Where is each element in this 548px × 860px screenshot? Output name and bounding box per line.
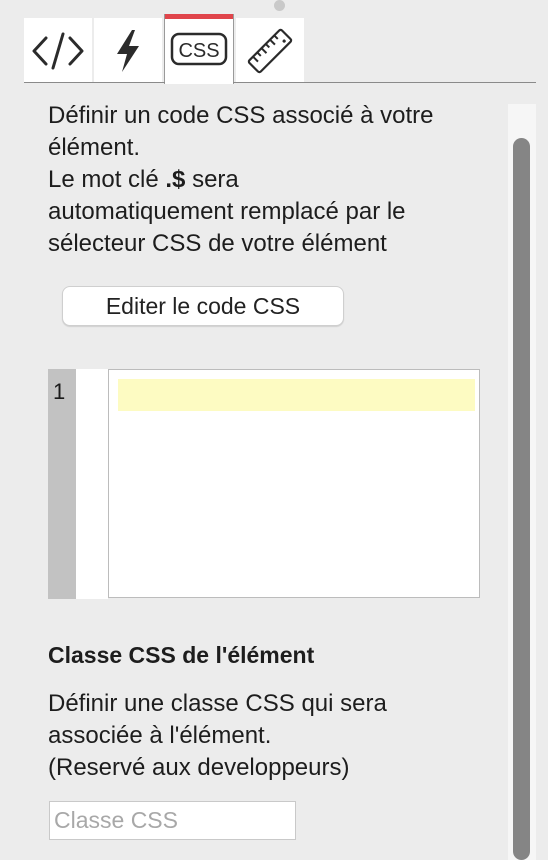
keyword-token: .$ (165, 166, 186, 193)
ruler-icon (247, 28, 293, 73)
css-description-line: élément. (48, 134, 141, 161)
css-description: Définir un code CSS associé à votre élém… (48, 100, 503, 260)
editor-code-area[interactable] (108, 369, 480, 598)
active-tab-indicator (165, 14, 233, 19)
css-class-description-line: (Reservé aux developpeurs) (48, 754, 350, 781)
tab-bar-divider (24, 82, 165, 83)
lightning-icon (117, 29, 139, 72)
tab-bar-divider (233, 82, 536, 83)
css-class-description-line: associée à l'élément. (48, 722, 272, 749)
css-description-line: automatiquement remplacé par le (48, 198, 406, 225)
css-code-editor[interactable]: 1 (48, 369, 480, 599)
css-description-line: Définir un code CSS associé à votre (48, 102, 434, 129)
css-description-line: sélecteur CSS de votre élément (48, 230, 387, 257)
tab-events[interactable] (94, 18, 162, 83)
edit-css-button[interactable]: Editer le code CSS (62, 286, 344, 326)
css-class-description-line: Définir une classe CSS qui sera (48, 690, 387, 717)
scrollbar-thumb[interactable] (513, 138, 530, 860)
tab-css[interactable]: CSS (164, 14, 234, 84)
editor-margin (76, 369, 108, 599)
css-box-icon: CSS (170, 32, 228, 66)
keyword-suffix: sera (185, 166, 239, 193)
current-line-highlight (118, 379, 475, 411)
css-class-description: Définir une classe CSS qui sera associée… (48, 688, 503, 784)
tab-dimensions[interactable] (236, 18, 304, 83)
editor-gutter: 1 (48, 369, 76, 599)
css-tab-label: CSS (178, 40, 219, 62)
css-class-section-title: Classe CSS de l'élément (48, 642, 315, 668)
tab-html[interactable] (24, 18, 92, 83)
keyword-prefix: Le mot clé (48, 166, 166, 193)
css-keyword-line: Le mot clé .$ sera (48, 164, 503, 196)
line-number: 1 (53, 379, 66, 404)
inspector-tab-bar: CSS (0, 0, 548, 84)
code-brackets-icon (32, 32, 84, 69)
css-class-input[interactable] (49, 801, 296, 840)
